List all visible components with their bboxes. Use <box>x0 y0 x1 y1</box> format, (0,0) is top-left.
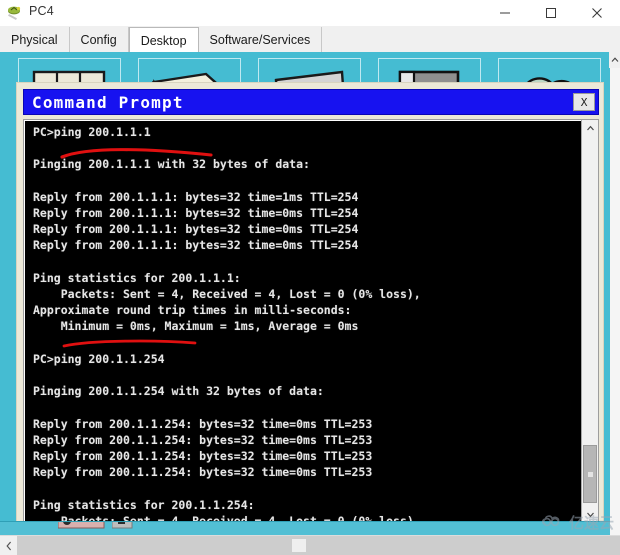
router-device-icon <box>7 5 23 21</box>
scrollbar-thumb[interactable] <box>583 445 597 503</box>
tab-desktop-label: Desktop <box>140 33 187 48</box>
maximize-button[interactable] <box>528 0 574 26</box>
tab-config-label: Config <box>80 32 117 47</box>
app-root: PC4 Physical Config Desktop Software/Ser… <box>0 0 620 555</box>
taskbar-item-2[interactable] <box>111 522 134 530</box>
terminal-scrollbar[interactable] <box>581 120 598 522</box>
scroll-left-icon[interactable] <box>0 536 17 555</box>
terminal-text: PC>ping 200.1.1.1 Pinging 200.1.1.1 with… <box>33 125 421 521</box>
panel-vertical-scrollbar[interactable] <box>610 52 620 535</box>
horizontal-scroll-thumb[interactable] <box>292 539 306 552</box>
command-prompt-close-button[interactable]: X <box>573 93 595 111</box>
tab-physical[interactable]: Physical <box>0 27 70 52</box>
watermark: 亿速云 <box>541 512 614 533</box>
desktop-area: Command Prompt X PC>ping 200.1.1.1 Pingi… <box>0 52 610 535</box>
minimize-button[interactable] <box>482 0 528 26</box>
scrollbar-grip <box>588 472 593 477</box>
watermark-text: 亿速云 <box>568 514 614 532</box>
cloud-logo-icon <box>541 513 565 533</box>
window-controls <box>482 0 620 26</box>
tab-config[interactable]: Config <box>69 27 129 52</box>
panel-scroll-up-icon[interactable] <box>609 52 620 68</box>
page-title: PC4 <box>29 4 54 18</box>
terminal-frame: PC>ping 200.1.1.1 Pinging 200.1.1.1 with… <box>23 119 599 523</box>
scroll-up-icon[interactable] <box>582 120 598 136</box>
command-prompt-window: Command Prompt X PC>ping 200.1.1.1 Pingi… <box>16 82 604 530</box>
command-prompt-title: Command Prompt <box>32 93 184 112</box>
close-button[interactable] <box>574 0 620 26</box>
tab-physical-label: Physical <box>11 32 58 47</box>
desktop-taskbar <box>0 521 610 535</box>
terminal-output[interactable]: PC>ping 200.1.1.1 Pinging 200.1.1.1 with… <box>25 121 582 521</box>
tab-software-services-label: Software/Services <box>209 32 311 47</box>
tab-strip: Physical Config Desktop Software/Service… <box>0 26 620 53</box>
taskbar-item-1[interactable] <box>57 522 110 530</box>
tab-software-services[interactable]: Software/Services <box>198 27 323 52</box>
command-prompt-titlebar[interactable]: Command Prompt X <box>23 89 599 115</box>
horizontal-scroll-track[interactable] <box>17 536 620 555</box>
window-titlebar: PC4 <box>0 0 620 26</box>
page-horizontal-scrollbar[interactable] <box>0 535 620 555</box>
tab-desktop[interactable]: Desktop <box>128 27 199 53</box>
